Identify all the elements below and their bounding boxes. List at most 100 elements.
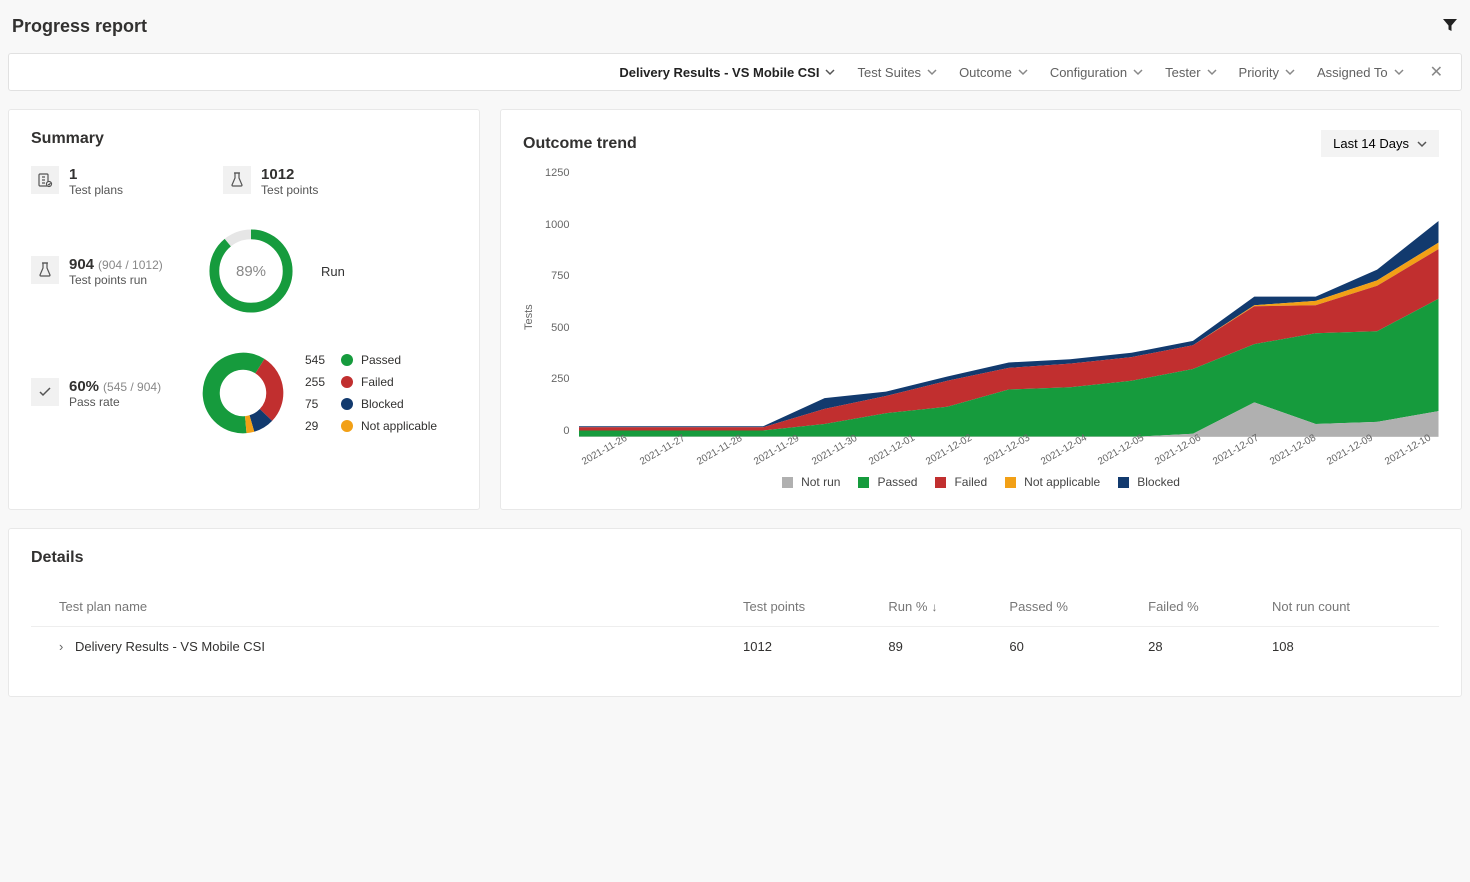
ytick: 750 bbox=[545, 270, 569, 282]
swatch-na bbox=[341, 420, 353, 432]
filter-label: Tester bbox=[1165, 65, 1200, 80]
ytick: 250 bbox=[545, 373, 569, 385]
filter-icon[interactable] bbox=[1442, 17, 1458, 36]
y-axis: 1250 1000 750 500 250 0 bbox=[541, 167, 573, 437]
table-row[interactable]: › Delivery Results - VS Mobile CSI 1012 … bbox=[31, 627, 1439, 667]
chevron-down-icon bbox=[1133, 67, 1143, 77]
chevron-down-icon bbox=[825, 67, 835, 77]
ytick: 1000 bbox=[545, 219, 569, 231]
col-notrun[interactable]: Not run count bbox=[1264, 585, 1439, 627]
legend-blocked-label: Blocked bbox=[361, 397, 404, 411]
range-dropdown[interactable]: Last 14 Days bbox=[1321, 130, 1439, 157]
swatch-passed bbox=[341, 354, 353, 366]
filter-plan[interactable]: Delivery Results - VS Mobile CSI bbox=[619, 65, 835, 80]
col-points[interactable]: Test points bbox=[735, 585, 880, 627]
filter-outcome[interactable]: Outcome bbox=[959, 65, 1028, 80]
filter-label: Configuration bbox=[1050, 65, 1127, 80]
filter-label: Outcome bbox=[959, 65, 1012, 80]
legend-notrun: Not run bbox=[801, 475, 840, 489]
run-value: 904 bbox=[69, 256, 94, 273]
pass-value: 60% bbox=[69, 378, 99, 395]
test-points-label: Test points bbox=[261, 183, 318, 197]
filter-label: Test Suites bbox=[857, 65, 921, 80]
swatch-failed bbox=[341, 376, 353, 388]
legend-passed-n: 545 bbox=[305, 353, 333, 367]
clear-filters-button[interactable]: ✕ bbox=[1426, 62, 1447, 82]
legend-na: Not applicable bbox=[1024, 475, 1100, 489]
col-failed[interactable]: Failed % bbox=[1140, 585, 1264, 627]
run-donut: 89% bbox=[207, 227, 295, 315]
swatch-notrun bbox=[782, 477, 793, 488]
swatch-blocked bbox=[1118, 477, 1129, 488]
chevron-right-icon[interactable]: › bbox=[59, 639, 63, 654]
legend-blocked-n: 75 bbox=[305, 397, 333, 411]
legend-failed-n: 255 bbox=[305, 375, 333, 389]
filter-label: Priority bbox=[1239, 65, 1279, 80]
row-failed: 28 bbox=[1140, 627, 1264, 667]
chevron-down-icon bbox=[1285, 67, 1295, 77]
row-name: Delivery Results - VS Mobile CSI bbox=[75, 639, 265, 654]
filter-label: Assigned To bbox=[1317, 65, 1388, 80]
filter-test-suites[interactable]: Test Suites bbox=[857, 65, 937, 80]
row-passed: 60 bbox=[1001, 627, 1140, 667]
pass-label: Pass rate bbox=[69, 395, 161, 409]
details-title: Details bbox=[31, 549, 1439, 567]
col-run[interactable]: Run % ↓ bbox=[880, 585, 1001, 627]
test-plans-value: 1 bbox=[69, 166, 123, 183]
legend-blocked: Blocked bbox=[1137, 475, 1180, 489]
chevron-down-icon bbox=[1394, 67, 1404, 77]
filter-assigned-to[interactable]: Assigned To bbox=[1317, 65, 1404, 80]
col-name[interactable]: Test plan name bbox=[31, 585, 735, 627]
summary-card: Summary 1 Test plans 1012 Test points bbox=[8, 109, 480, 510]
sort-down-icon: ↓ bbox=[931, 600, 937, 614]
stat-test-plans: 1 Test plans bbox=[31, 166, 123, 197]
chevron-down-icon bbox=[1417, 139, 1427, 149]
stat-run: 904 (904 / 1012) Test points run bbox=[31, 256, 181, 287]
check-icon bbox=[31, 378, 59, 406]
legend-passed-label: Passed bbox=[361, 353, 401, 367]
run-word: Run bbox=[321, 264, 345, 279]
legend-passed: Passed bbox=[877, 475, 917, 489]
summary-title: Summary bbox=[31, 130, 457, 148]
filter-tester[interactable]: Tester bbox=[1165, 65, 1216, 80]
legend-na-label: Not applicable bbox=[361, 419, 437, 433]
col-run-label: Run % bbox=[888, 599, 927, 614]
row-points: 1012 bbox=[735, 627, 880, 667]
col-passed[interactable]: Passed % bbox=[1001, 585, 1140, 627]
swatch-failed bbox=[935, 477, 946, 488]
details-table: Test plan name Test points Run % ↓ Passed… bbox=[31, 585, 1439, 666]
y-axis-label: Tests bbox=[523, 167, 535, 467]
chevron-down-icon bbox=[927, 67, 937, 77]
chevron-down-icon bbox=[1207, 67, 1217, 77]
pass-legend: 545 Passed 255 Failed 75 Blocked 29 Not appl… bbox=[305, 353, 437, 433]
test-plan-icon bbox=[31, 166, 59, 194]
swatch-passed bbox=[858, 477, 869, 488]
x-axis: 2021-11-262021-11-272021-11-282021-11-29… bbox=[579, 437, 1439, 448]
legend-failed-label: Failed bbox=[361, 375, 394, 389]
trend-chart: Tests 1250 1000 750 500 250 0 2021-11-26… bbox=[523, 167, 1439, 467]
pass-donut bbox=[199, 349, 287, 437]
stat-pass-rate: 60%(545 / 904) Pass rate bbox=[31, 378, 181, 409]
ytick: 500 bbox=[545, 322, 569, 334]
ytick: 1250 bbox=[545, 167, 569, 179]
legend-na-n: 29 bbox=[305, 419, 333, 433]
test-point-icon bbox=[223, 166, 251, 194]
swatch-na bbox=[1005, 477, 1016, 488]
legend-failed: Failed bbox=[954, 475, 987, 489]
filter-plan-label: Delivery Results - VS Mobile CSI bbox=[619, 65, 819, 80]
filter-priority[interactable]: Priority bbox=[1239, 65, 1295, 80]
swatch-blocked bbox=[341, 398, 353, 410]
ytick: 0 bbox=[545, 425, 569, 437]
test-points-value: 1012 bbox=[261, 166, 318, 183]
row-run: 89 bbox=[880, 627, 1001, 667]
row-notrun: 108 bbox=[1264, 627, 1439, 667]
trend-legend: Not run Passed Failed Not applicable Blo… bbox=[523, 475, 1439, 489]
run-label: Test points run bbox=[69, 273, 163, 287]
run-sub: (904 / 1012) bbox=[98, 258, 163, 272]
trend-card: Outcome trend Last 14 Days Tests 1250 10… bbox=[500, 109, 1462, 510]
details-card: Details Test plan name Test points Run %… bbox=[8, 528, 1462, 697]
filter-bar: Delivery Results - VS Mobile CSI Test Su… bbox=[8, 53, 1462, 91]
run-pct: 89% bbox=[207, 227, 295, 315]
filter-configuration[interactable]: Configuration bbox=[1050, 65, 1143, 80]
test-plans-label: Test plans bbox=[69, 183, 123, 197]
